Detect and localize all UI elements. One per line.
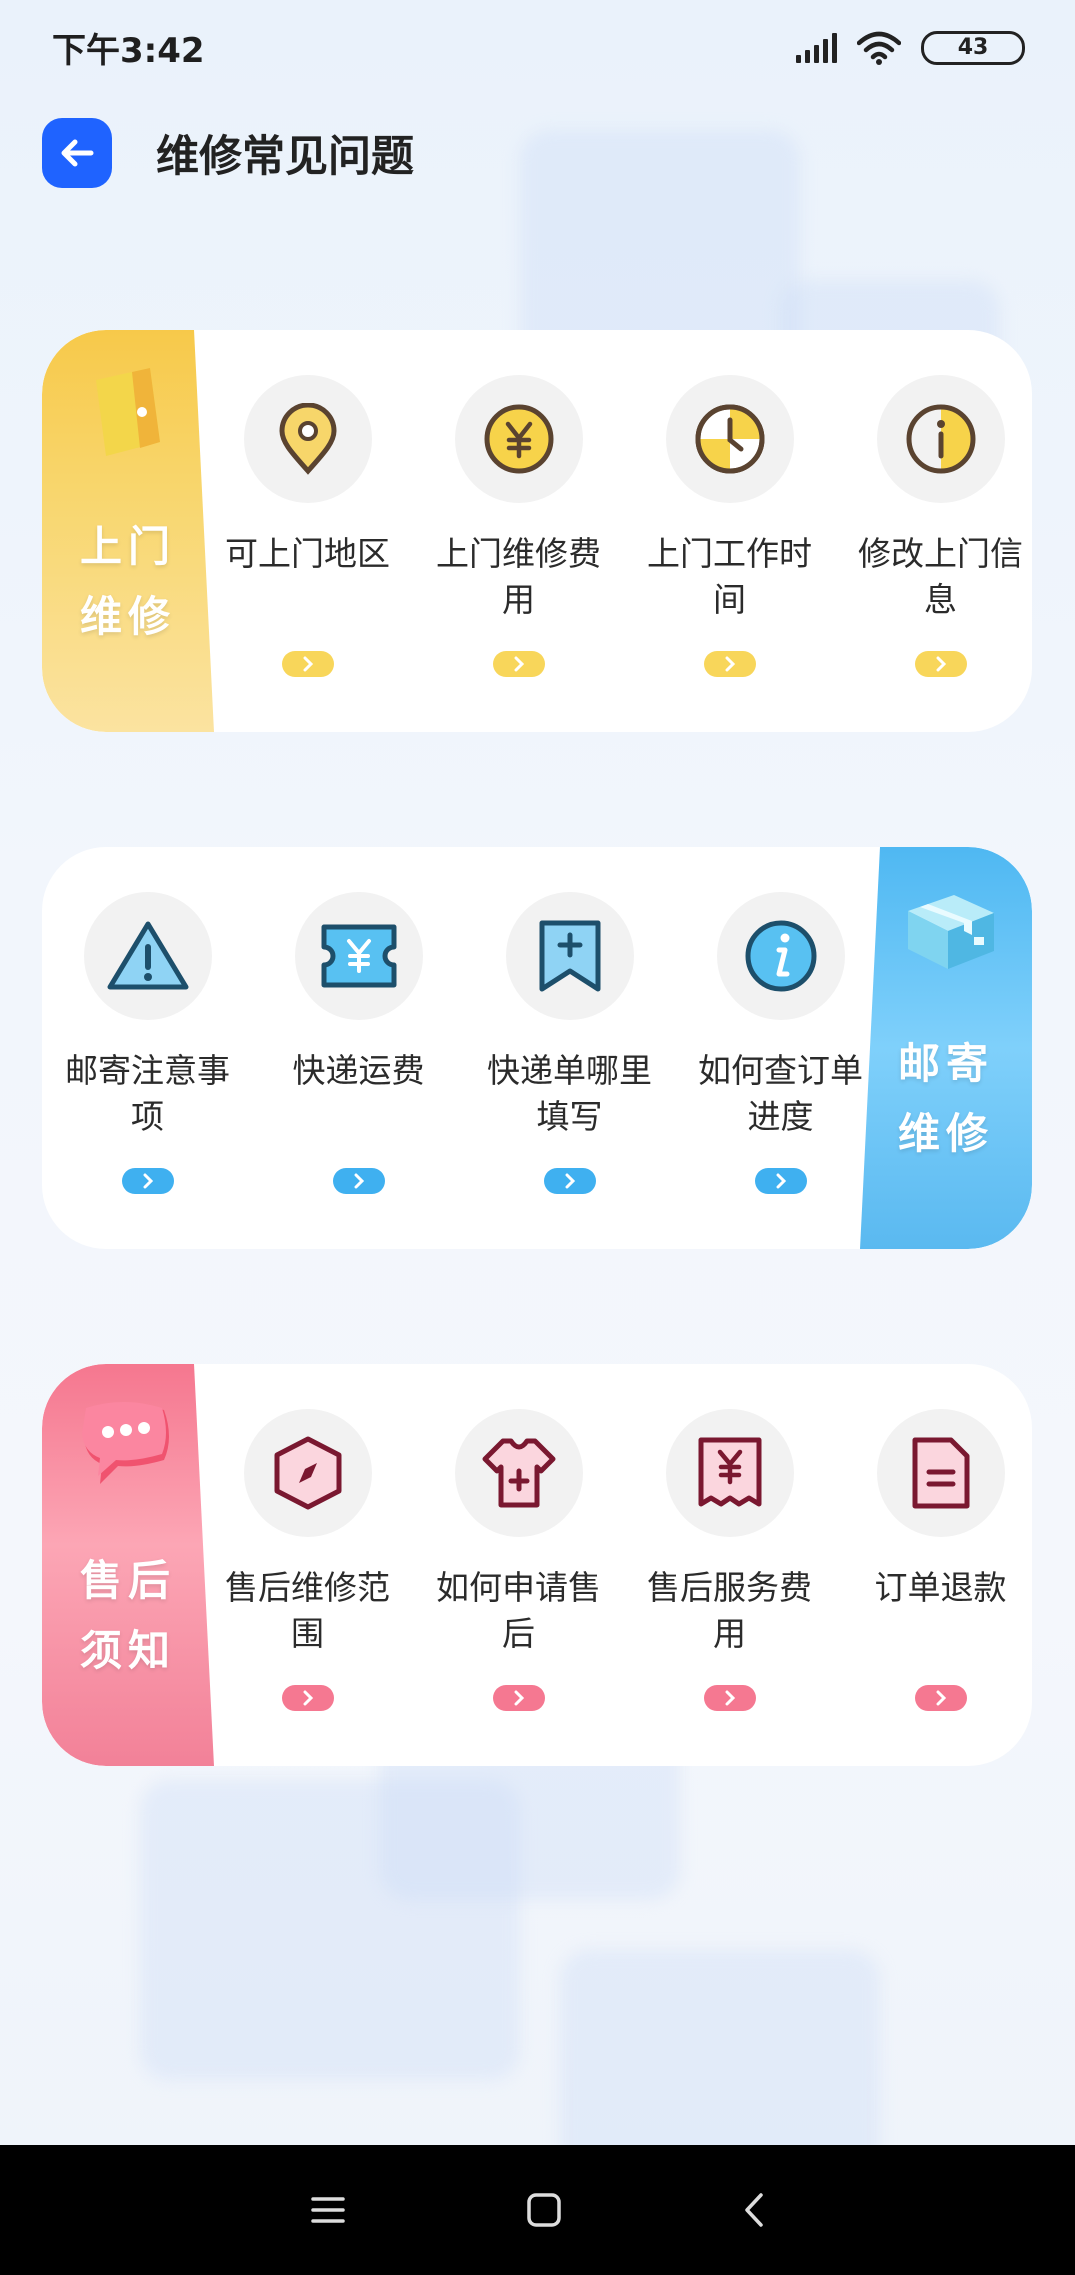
- faq-item-service-fee[interactable]: 售后服务费用: [624, 1409, 835, 1711]
- icon-circle: [716, 892, 845, 1020]
- mail-repair-badge: 邮寄 维修: [860, 847, 1032, 1249]
- faq-item-label: 如何申请售后: [436, 1568, 601, 1653]
- faq-item-label: 可上门地区: [225, 534, 390, 573]
- faq-item-repair-scope[interactable]: 售后维修范围: [202, 1409, 413, 1711]
- faq-item-onsite-fee[interactable]: 上门维修费用: [413, 375, 624, 677]
- faq-item-waybill[interactable]: 快递单哪里填写: [464, 892, 675, 1194]
- header: 维修常见问题: [42, 118, 414, 188]
- yuan-coin-icon: [484, 404, 553, 474]
- faq-item-label: 邮寄注意事项: [65, 1051, 230, 1136]
- yuan-ticket-icon: [321, 924, 396, 988]
- icon-circle: [294, 892, 423, 1020]
- faq-item-label: 售后维修范围: [225, 1568, 390, 1653]
- chevron-right-icon[interactable]: [914, 1685, 967, 1711]
- chevron-right-icon[interactable]: [281, 651, 334, 677]
- menu-icon[interactable]: [310, 2195, 346, 2225]
- faq-item-label: 如何查订单进度: [698, 1051, 863, 1136]
- chevron-right-icon[interactable]: [754, 1168, 807, 1194]
- faq-item-label: 修改上门信息: [858, 534, 1023, 619]
- badge-label-line1: 邮寄: [897, 1039, 994, 1088]
- icon-circle: [243, 375, 372, 503]
- faq-item-order-progress[interactable]: 如何查订单进度: [675, 892, 886, 1194]
- location-pin-icon: [278, 403, 337, 475]
- faq-item-mailing-notes[interactable]: 邮寄注意事项: [42, 892, 253, 1194]
- icon-circle: [665, 1409, 794, 1537]
- door-icon: [96, 368, 160, 456]
- icon-circle: [83, 892, 212, 1020]
- onsite-repair-badge: 上门 维修: [42, 330, 214, 732]
- icon-circle: [876, 1409, 1005, 1537]
- clock-icon: [695, 404, 764, 474]
- page-title: 维修常见问题: [156, 132, 414, 182]
- icon-circle: [876, 375, 1005, 503]
- badge-label-line1: 售后: [79, 1556, 176, 1605]
- bookmark-plus-icon: [539, 920, 600, 992]
- back-chevron-icon[interactable]: [742, 2192, 766, 2228]
- faq-item-edit-info[interactable]: 修改上门信息: [835, 375, 1032, 677]
- yuan-receipt-icon: [698, 1437, 761, 1507]
- wifi-icon: [857, 31, 901, 65]
- faq-item-service-area[interactable]: 可上门地区: [202, 375, 413, 677]
- signal-icon: [796, 32, 837, 63]
- faq-item-apply-after-sales[interactable]: 如何申请售后: [413, 1409, 624, 1711]
- shirt-icon: [482, 1438, 555, 1508]
- faq-item-work-hours[interactable]: 上门工作时间: [624, 375, 835, 677]
- faq-item-label: 订单退款: [874, 1568, 1007, 1607]
- icon-circle: [454, 375, 583, 503]
- chevron-right-icon[interactable]: [492, 651, 545, 677]
- info-circle-icon: [745, 920, 816, 992]
- onsite-repair-items: 可上门地区 上门维修费用 上门工作时间 修改上门信息: [202, 375, 1032, 677]
- faq-item-shipping-fee[interactable]: 快递运费: [253, 892, 464, 1194]
- arrow-left-icon: [61, 139, 94, 167]
- package-box-icon: [908, 895, 994, 969]
- battery-icon: 43: [921, 30, 1025, 65]
- faq-item-label: 快递运费: [292, 1051, 425, 1090]
- chevron-right-icon[interactable]: [492, 1685, 545, 1711]
- warning-triangle-icon: [107, 921, 188, 990]
- chevron-right-icon[interactable]: [332, 1168, 385, 1194]
- faq-item-label: 上门工作时间: [647, 534, 812, 619]
- icon-circle: [505, 892, 634, 1020]
- compass-hexagon-icon: [274, 1436, 341, 1510]
- icon-circle: [243, 1409, 372, 1537]
- mail-repair-card: 邮寄注意事项 快递运费 快递单哪里填写 如何查订单进度 邮寄 维修: [42, 847, 1032, 1249]
- onsite-repair-card: 上门 维修 可上门地区 上门维修费用 上门工作时间 修改上门信息: [42, 330, 1032, 732]
- icon-circle: [454, 1409, 583, 1537]
- mail-repair-items: 邮寄注意事项 快递运费 快递单哪里填写 如何查订单进度: [42, 892, 886, 1194]
- battery-level: 43: [957, 35, 989, 60]
- chevron-right-icon[interactable]: [543, 1168, 596, 1194]
- info-icon: [906, 404, 975, 474]
- document-icon: [912, 1437, 969, 1509]
- faq-item-refund[interactable]: 订单退款: [835, 1409, 1032, 1711]
- chevron-right-icon[interactable]: [914, 651, 967, 677]
- status-time: 下午3:42: [52, 31, 205, 71]
- chevron-right-icon[interactable]: [703, 651, 756, 677]
- chevron-right-icon[interactable]: [121, 1168, 174, 1194]
- system-nav-bar: [0, 2145, 1075, 2275]
- status-icons: 43: [796, 30, 1025, 65]
- after-sales-card: 售后 须知 售后维修范围 如何申请售后 售后服务费用 订单退款: [42, 1364, 1032, 1766]
- after-sales-items: 售后维修范围 如何申请售后 售后服务费用 订单退款: [202, 1409, 1032, 1711]
- faq-item-label: 上门维修费用: [436, 534, 601, 619]
- status-bar: 下午3:42 43: [0, 0, 1075, 95]
- badge-label-line2: 维修: [79, 592, 176, 641]
- badge-label-line2: 须知: [79, 1626, 176, 1675]
- badge-label-line2: 维修: [897, 1109, 994, 1158]
- icon-circle: [665, 375, 794, 503]
- chevron-right-icon[interactable]: [703, 1685, 756, 1711]
- chat-bubble-icon: [82, 1402, 169, 1484]
- badge-label-line1: 上门: [79, 522, 176, 571]
- chevron-right-icon[interactable]: [281, 1685, 334, 1711]
- home-square-icon[interactable]: [526, 2192, 562, 2228]
- faq-item-label: 售后服务费用: [647, 1568, 812, 1653]
- faq-item-label: 快递单哪里填写: [487, 1051, 652, 1136]
- back-button[interactable]: [42, 118, 112, 188]
- after-sales-badge: 售后 须知: [42, 1364, 214, 1766]
